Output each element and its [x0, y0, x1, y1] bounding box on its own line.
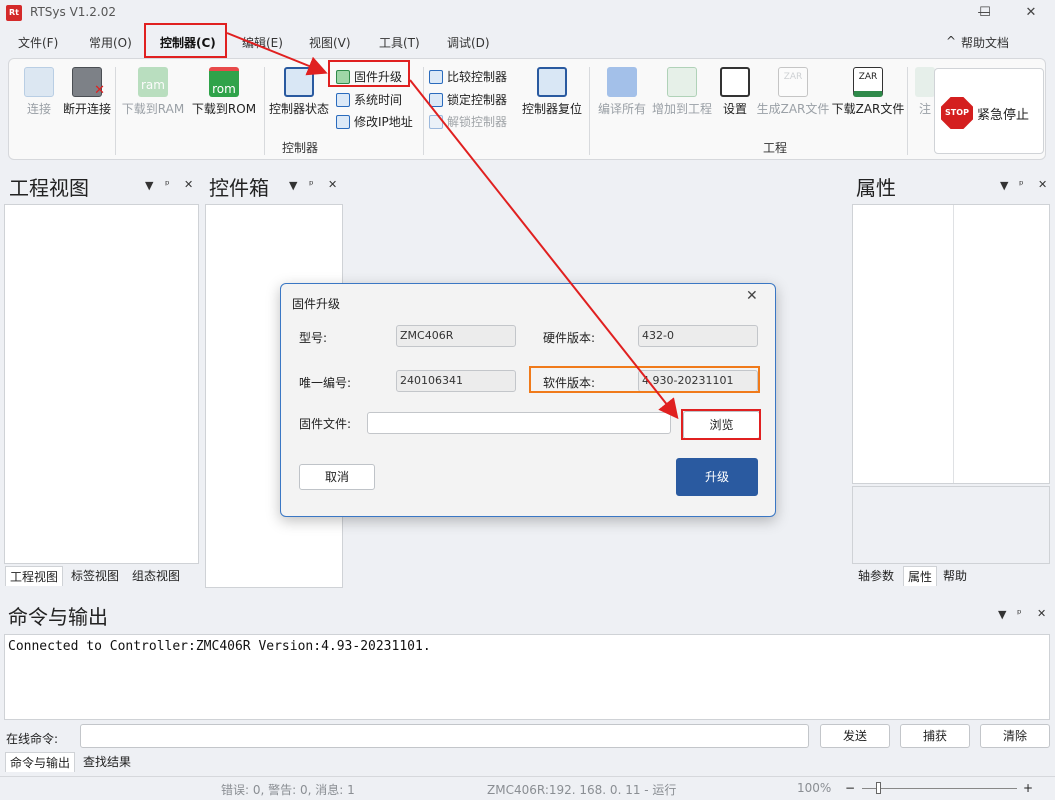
panel-pin-icon[interactable]: ᵖ — [1017, 607, 1022, 620]
arrow-to-browse — [409, 79, 679, 420]
tab-find-results[interactable]: 查找结果 — [79, 752, 135, 772]
capture-button[interactable]: 捕获 — [900, 724, 970, 748]
status-messages: 错误: 0, 警告: 0, 消息: 1 — [221, 783, 355, 797]
status-connection: ZMC406R:192. 168. 0. 11 - 运行 — [487, 783, 677, 797]
output-console: Connected to Controller:ZMC406R Version:… — [4, 634, 1050, 720]
zoom-in-button[interactable]: + — [1023, 781, 1033, 795]
tab-command-output[interactable]: 命令与输出 — [5, 752, 76, 772]
zoom-out-button[interactable]: − — [845, 781, 855, 795]
output-header: 命令与输出 ▼ ᵖ ✕ — [0, 598, 1055, 632]
online-command-label: 在线命令: — [6, 732, 59, 746]
output-line: Connected to Controller:ZMC406R Version:… — [8, 639, 431, 654]
zoom-slider[interactable] — [862, 782, 1017, 794]
arrow-to-firmware-upgrade — [226, 32, 328, 76]
clear-button[interactable]: 清除 — [980, 724, 1050, 748]
online-command-input[interactable] — [80, 724, 809, 748]
panel-close-icon[interactable]: ✕ — [1037, 607, 1046, 620]
zoom-level: 100% — [797, 781, 832, 795]
send-button[interactable]: 发送 — [820, 724, 890, 748]
zoom-slider-thumb[interactable] — [876, 782, 881, 794]
output-title: 命令与输出 — [8, 605, 108, 629]
panel-dropdown-icon[interactable]: ▼ — [998, 608, 1006, 621]
